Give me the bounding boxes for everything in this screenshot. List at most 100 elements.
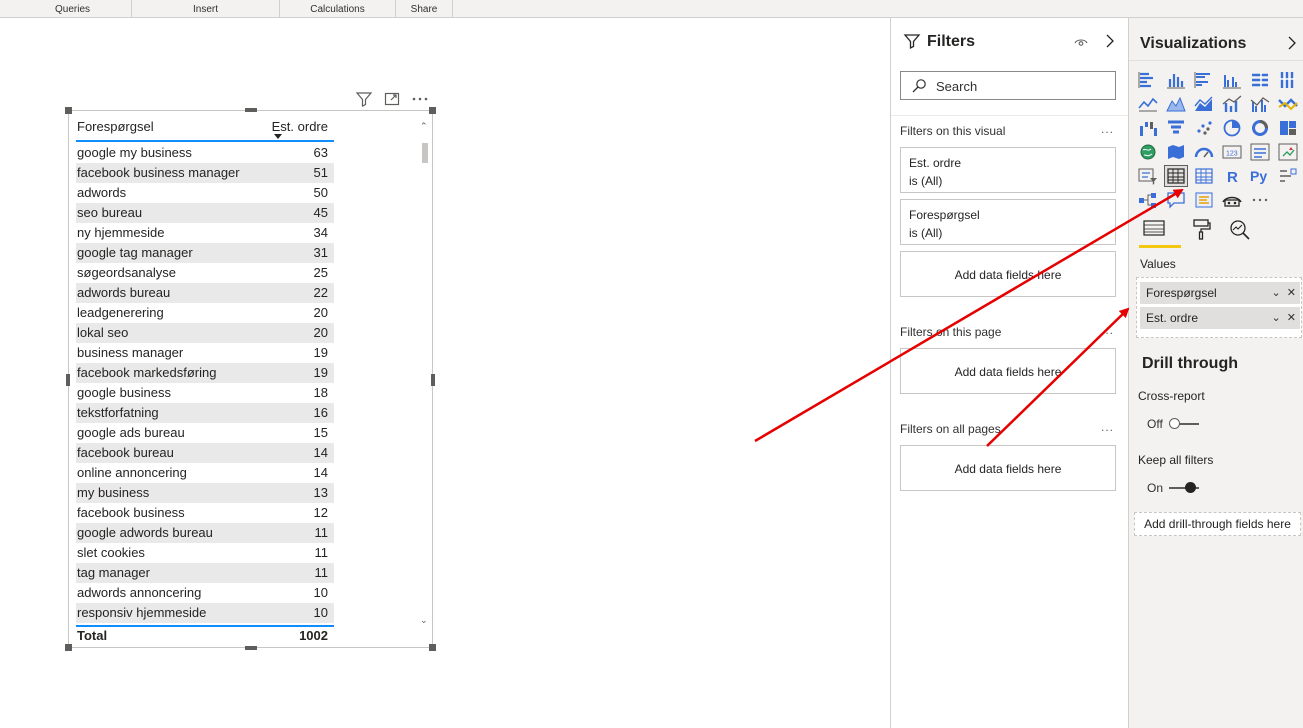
funnel-chart-icon[interactable] [1165, 118, 1187, 138]
collapse-visualizations-icon[interactable] [1287, 36, 1297, 55]
table-row[interactable]: søgeordsanalyse 25 [76, 263, 334, 283]
keep-all-filters-toggle[interactable]: On [1147, 480, 1207, 496]
ribbon-group-insert[interactable]: Insert [132, 0, 280, 18]
donut-chart-icon[interactable] [1249, 118, 1271, 138]
filter-card-foresporgsel[interactable]: Forespørgsel is (All) [900, 199, 1116, 245]
paginated-report-icon[interactable] [1221, 190, 1243, 210]
slicer-icon[interactable] [1137, 166, 1159, 186]
table-row[interactable]: slet cookies 11 [76, 543, 334, 563]
resize-handle-tl[interactable] [65, 107, 72, 114]
value-field-foresporgsel[interactable]: Forespørgsel ⌄ ✕ [1140, 282, 1300, 304]
add-all-pages-filter-well[interactable]: Add data fields here [900, 445, 1116, 491]
resize-handle-br[interactable] [429, 644, 436, 651]
qa-visual-icon[interactable] [1165, 190, 1187, 210]
line-chart-icon[interactable] [1137, 94, 1159, 114]
area-chart-icon[interactable] [1165, 94, 1187, 114]
fields-tab-icon[interactable] [1141, 218, 1167, 245]
table-row[interactable]: adwords bureau 22 [76, 283, 334, 303]
table-row[interactable]: tag manager 11 [76, 563, 334, 583]
table-visual[interactable]: Forespørgsel Est. ordre google my busine… [65, 107, 436, 651]
analytics-magnifier-icon[interactable] [1228, 218, 1252, 245]
smart-narrative-icon[interactable] [1193, 190, 1215, 210]
cross-report-toggle[interactable]: Off [1147, 416, 1207, 432]
table-row[interactable]: tekstforfatning 16 [76, 403, 334, 423]
map-icon[interactable] [1137, 142, 1159, 162]
table-row[interactable]: business manager 19 [76, 343, 334, 363]
kpi-icon[interactable] [1277, 142, 1299, 162]
table-row[interactable]: google adwords bureau 11 [76, 523, 334, 543]
resize-handle-right[interactable] [431, 374, 435, 386]
filters-visual-more-icon[interactable]: ... [1101, 122, 1114, 136]
filters-search-input[interactable]: Search [900, 71, 1116, 100]
remove-field-icon[interactable]: ✕ [1287, 312, 1296, 324]
stacked-area-chart-icon[interactable] [1193, 94, 1215, 114]
add-drill-through-well[interactable]: Add drill-through fields here [1134, 512, 1301, 536]
table-visual-icon[interactable] [1164, 165, 1188, 187]
table-row[interactable]: responsiv hjemmeside 10 [76, 603, 334, 623]
filters-page-more-icon[interactable]: ... [1101, 323, 1114, 337]
add-page-filter-well[interactable]: Add data fields here [900, 348, 1116, 394]
remove-field-icon[interactable]: ✕ [1287, 287, 1296, 299]
table-row[interactable]: facebook markedsføring 19 [76, 363, 334, 383]
table-row[interactable]: seo bureau 45 [76, 203, 334, 223]
report-canvas[interactable]: Forespørgsel Est. ordre google my busine… [0, 18, 890, 728]
values-well[interactable]: Forespørgsel ⌄ ✕ Est. ordre ⌄ ✕ [1136, 277, 1302, 338]
scroll-up-icon[interactable]: ⌃ [420, 121, 428, 132]
stacked-bar-chart-icon[interactable] [1137, 70, 1159, 90]
chevron-down-icon[interactable]: ⌄ [1271, 287, 1280, 299]
clustered-bar-chart-icon[interactable] [1193, 70, 1215, 90]
multi-row-card-icon[interactable] [1249, 142, 1271, 162]
ribbon-group-calculations[interactable]: Calculations [280, 0, 396, 18]
table-row[interactable]: leadgenerering 20 [76, 303, 334, 323]
waterfall-chart-icon[interactable] [1137, 118, 1159, 138]
line-and-clustered-column-icon[interactable] [1249, 94, 1271, 114]
table-row[interactable]: facebook bureau 14 [76, 443, 334, 463]
table-row[interactable]: google business 18 [76, 383, 334, 403]
100-percent-bar-chart-icon[interactable] [1249, 70, 1271, 90]
table-row[interactable]: facebook business 12 [76, 503, 334, 523]
table-row[interactable]: adwords 50 [76, 183, 334, 203]
treemap-icon[interactable] [1277, 118, 1299, 138]
scatter-chart-icon[interactable] [1193, 118, 1215, 138]
card-icon[interactable]: 123 [1221, 142, 1243, 162]
pie-chart-icon[interactable] [1221, 118, 1243, 138]
ribbon-chart-icon[interactable] [1277, 94, 1299, 114]
table-row[interactable]: google my business 63 [76, 143, 334, 163]
resize-handle-tr[interactable] [429, 107, 436, 114]
column-header-est-ordre[interactable]: Est. ordre [272, 119, 328, 134]
ribbon-group-queries[interactable]: Queries [14, 0, 132, 18]
gauge-icon[interactable] [1193, 142, 1215, 162]
table-row[interactable]: google tag manager 31 [76, 243, 334, 263]
focus-mode-icon[interactable] [383, 90, 401, 108]
table-row[interactable]: online annoncering 14 [76, 463, 334, 483]
scroll-down-icon[interactable]: ⌄ [420, 615, 428, 626]
more-visuals-icon[interactable] [1249, 190, 1271, 210]
stacked-column-chart-icon[interactable] [1165, 70, 1187, 90]
resize-handle-left[interactable] [66, 374, 70, 386]
more-options-icon[interactable] [411, 90, 429, 108]
add-visual-filter-well[interactable]: Add data fields here [900, 251, 1116, 297]
table-row[interactable]: lokal seo 20 [76, 323, 334, 343]
key-influencers-icon[interactable] [1277, 166, 1299, 186]
resize-handle-bl[interactable] [65, 644, 72, 651]
clustered-column-chart-icon[interactable] [1221, 70, 1243, 90]
table-row[interactable]: google ads bureau 15 [76, 423, 334, 443]
column-header-foresporgsel[interactable]: Forespørgsel [77, 119, 154, 134]
table-row[interactable]: ny hjemmeside 34 [76, 223, 334, 243]
line-and-column-chart-icon[interactable] [1221, 94, 1243, 114]
matrix-icon[interactable] [1193, 166, 1215, 186]
table-scrollbar[interactable]: ⌃ ⌄ [420, 119, 430, 629]
r-script-visual-icon[interactable]: R [1221, 166, 1243, 186]
table-row[interactable]: facebook business manager 51 [76, 163, 334, 183]
value-field-est-ordre[interactable]: Est. ordre ⌄ ✕ [1140, 307, 1300, 329]
filter-card-est-ordre[interactable]: Est. ordre is (All) [900, 147, 1116, 193]
resize-handle-bottom[interactable] [245, 646, 257, 650]
collapse-filters-icon[interactable] [1105, 34, 1115, 53]
eye-icon[interactable] [1074, 36, 1088, 54]
filter-icon[interactable] [355, 90, 373, 108]
100-percent-column-chart-icon[interactable] [1277, 70, 1299, 90]
decomposition-tree-icon[interactable] [1137, 190, 1159, 210]
format-paint-roller-icon[interactable] [1189, 218, 1213, 245]
scroll-thumb[interactable] [422, 143, 428, 163]
chevron-down-icon[interactable]: ⌄ [1271, 312, 1280, 324]
